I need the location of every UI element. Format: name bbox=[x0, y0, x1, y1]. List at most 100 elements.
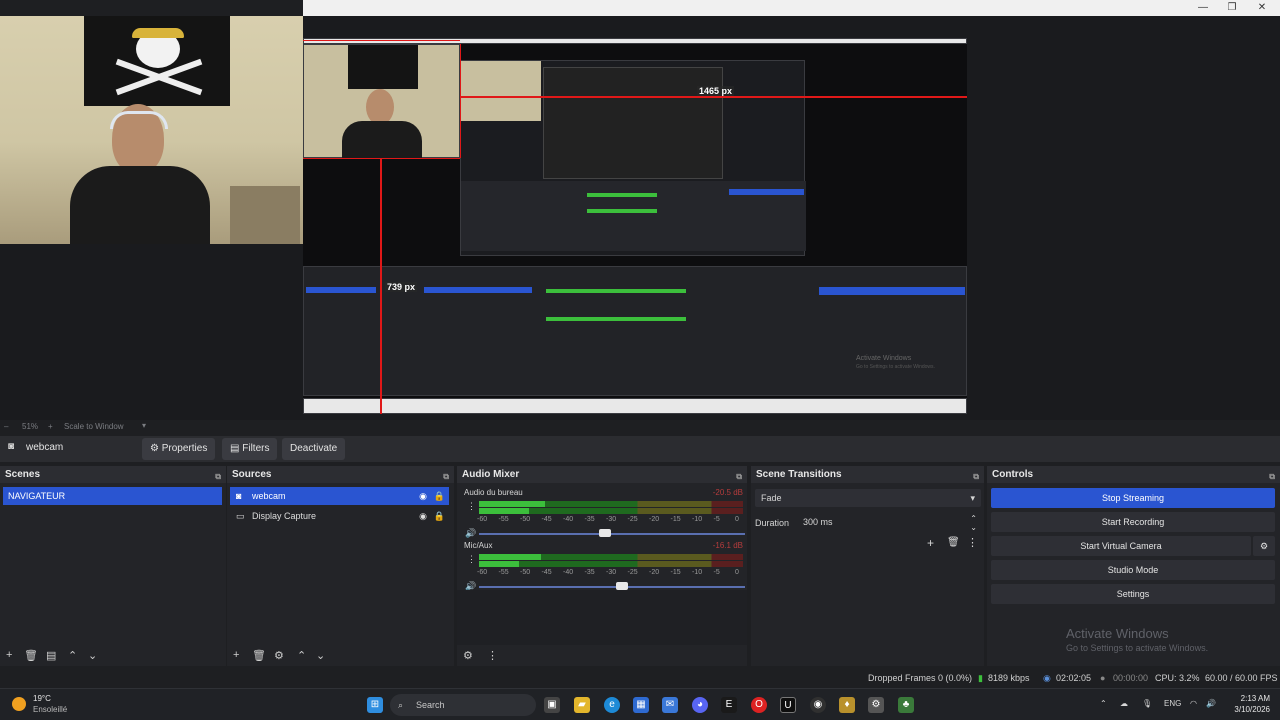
source-item-webcam[interactable]: ◙ webcam ◉ 🔒 bbox=[230, 487, 449, 505]
discord-icon[interactable]: ◕ bbox=[692, 697, 708, 713]
add-icon[interactable]: + bbox=[6, 649, 12, 661]
app-icon[interactable]: ♦ bbox=[839, 697, 855, 713]
clock-time[interactable]: 2:13 AM bbox=[1226, 694, 1270, 703]
start-virtual-camera-button[interactable]: Start Virtual Camera bbox=[991, 536, 1251, 556]
close-icon[interactable]: ✕ bbox=[1247, 0, 1277, 16]
obs-icon[interactable]: ◉ bbox=[810, 697, 826, 713]
zoom-level: 51% bbox=[22, 422, 39, 431]
minimize-icon[interactable]: — bbox=[1188, 0, 1218, 16]
mic-icon[interactable]: 🎙 bbox=[1142, 699, 1152, 708]
transition-select[interactable]: Fade ▾ bbox=[755, 489, 981, 507]
language-indicator[interactable]: ENG bbox=[1164, 699, 1181, 708]
menu-dots-icon[interactable]: ⋮ bbox=[467, 554, 476, 565]
trash-icon[interactable]: 🗑 bbox=[24, 649, 38, 662]
gear-icon[interactable]: ⚙ bbox=[1253, 536, 1275, 556]
network-icon[interactable]: ☁ bbox=[1120, 699, 1128, 708]
visibility-eye-icon[interactable]: ◉ bbox=[419, 507, 427, 525]
menu-dots-icon[interactable]: ⋮ bbox=[967, 536, 978, 549]
up-icon[interactable]: ⌃ bbox=[297, 649, 306, 662]
file-explorer-icon[interactable]: ▰ bbox=[574, 697, 590, 713]
preview-canvas[interactable]: Activate Windows Go to Settings to activ… bbox=[303, 38, 967, 414]
meter-tick-label: -25 bbox=[627, 516, 638, 523]
settings-button[interactable]: Settings bbox=[991, 584, 1275, 604]
meter-tick-label: -20 bbox=[649, 569, 660, 576]
scale-mode-select[interactable]: Scale to Window bbox=[64, 422, 124, 431]
meter-tick-label: -50 bbox=[520, 569, 531, 576]
filter-icon[interactable]: ▤ bbox=[46, 649, 56, 662]
zoom-in-button[interactable]: + bbox=[48, 422, 53, 431]
task-view-icon[interactable]: ▣ bbox=[544, 697, 560, 713]
cpu-usage: CPU: 3.2% bbox=[1155, 673, 1200, 683]
monitor-icon: ▭ bbox=[236, 511, 245, 521]
unreal-icon[interactable]: U bbox=[780, 697, 796, 713]
popout-icon[interactable]: ⧉ bbox=[1269, 468, 1275, 485]
chevron-down-icon[interactable]: ▾ bbox=[142, 421, 146, 430]
channel-db: -16.1 dB bbox=[712, 541, 743, 550]
nested-taskbar bbox=[303, 398, 967, 414]
properties-button[interactable]: ⚙ Properties bbox=[142, 438, 216, 460]
lock-icon[interactable]: 🔒 bbox=[434, 507, 445, 525]
down-icon[interactable]: ⌄ bbox=[88, 649, 97, 662]
opera-icon[interactable]: O bbox=[751, 697, 767, 713]
trash-icon[interactable]: 🗑 bbox=[947, 537, 960, 548]
measure-width-label: 1465 px bbox=[697, 86, 735, 96]
zoom-out-button[interactable]: – bbox=[4, 422, 8, 431]
source-item-display-capture[interactable]: ▭ Display Capture ◉ 🔒 bbox=[230, 507, 449, 525]
weather-temp[interactable]: 19°C bbox=[33, 694, 51, 703]
volume-slider-thumb[interactable] bbox=[616, 582, 628, 590]
speaker-icon[interactable]: 🔊 bbox=[465, 528, 476, 539]
spin-down-icon[interactable]: ⌄ bbox=[970, 519, 977, 537]
menu-dots-icon[interactable]: ⋮ bbox=[487, 649, 498, 662]
down-icon[interactable]: ⌄ bbox=[316, 649, 325, 662]
gear-icon: ⚙ bbox=[150, 443, 162, 454]
outlook-icon[interactable]: ✉ bbox=[662, 697, 678, 713]
bitrate: 8189 kbps bbox=[988, 673, 1030, 683]
volume-slider[interactable] bbox=[479, 533, 745, 535]
taskbar-search[interactable]: ⌕ Search bbox=[390, 694, 536, 716]
filters-button[interactable]: ▤ Filters bbox=[222, 438, 278, 460]
up-icon[interactable]: ⌃ bbox=[68, 649, 77, 662]
windows-start-icon[interactable]: ⊞ bbox=[367, 697, 383, 713]
trash-icon[interactable]: 🗑 bbox=[252, 649, 266, 662]
popout-icon[interactable]: ⧉ bbox=[215, 468, 221, 485]
clock-date[interactable]: 3/10/2026 bbox=[1226, 705, 1270, 714]
deactivate-button[interactable]: Deactivate bbox=[282, 438, 346, 460]
maximize-icon[interactable]: ❐ bbox=[1217, 0, 1247, 16]
meter-tick-label: -30 bbox=[606, 569, 617, 576]
menu-dots-icon[interactable]: ⋮ bbox=[467, 501, 476, 512]
scene-item-navigateur[interactable]: NAVIGATEUR bbox=[3, 487, 222, 505]
volume-slider-thumb[interactable] bbox=[599, 529, 611, 537]
epic-games-icon[interactable]: E bbox=[721, 697, 737, 713]
settings-app-icon[interactable]: ⚙ bbox=[868, 697, 884, 713]
add-icon[interactable]: + bbox=[233, 649, 239, 661]
gear-icon[interactable]: ⚙ bbox=[463, 649, 473, 662]
start-recording-button[interactable]: Start Recording bbox=[991, 512, 1275, 532]
popout-icon[interactable]: ⧉ bbox=[443, 468, 449, 485]
webcam-source-preview[interactable] bbox=[0, 16, 303, 244]
preview-area[interactable]: Activate Windows Go to Settings to activ… bbox=[0, 16, 1280, 420]
selected-source-name: webcam bbox=[26, 442, 64, 453]
lock-icon[interactable]: 🔒 bbox=[434, 487, 445, 505]
popout-icon[interactable]: ⧉ bbox=[736, 468, 742, 485]
add-icon[interactable]: + bbox=[927, 536, 934, 550]
signal-icon: ▮ bbox=[978, 673, 983, 683]
stop-streaming-button[interactable]: Stop Streaming bbox=[991, 488, 1275, 508]
headset-icon bbox=[110, 111, 168, 129]
duration-input[interactable]: 300 ms ⌃ ⌄ bbox=[799, 513, 981, 532]
mixer-channel-mic-aux: Mic/Aux -16.1 dB ⋮ -60 -55 -50 -45 -40 -35 -30… bbox=[457, 539, 747, 591]
meter-tick-label: -25 bbox=[627, 569, 638, 576]
scenes-footer: + 🗑 ▤ ⌃ ⌄ bbox=[0, 646, 226, 666]
popout-icon[interactable]: ⧉ bbox=[973, 468, 979, 485]
store-icon[interactable]: ▦ bbox=[633, 697, 649, 713]
volume-icon[interactable]: 🔊 bbox=[1206, 699, 1216, 708]
weather-desc[interactable]: Ensoleillé bbox=[33, 705, 67, 714]
tray-chevron-icon[interactable]: ⌃ bbox=[1100, 699, 1107, 708]
volume-slider[interactable] bbox=[479, 586, 745, 588]
app-icon[interactable]: ♣ bbox=[898, 697, 914, 713]
meter-tick-label: -45 bbox=[541, 516, 552, 523]
visibility-eye-icon[interactable]: ◉ bbox=[419, 487, 427, 505]
studio-mode-button[interactable]: Studio Mode bbox=[991, 560, 1275, 580]
edge-icon[interactable]: e bbox=[604, 697, 620, 713]
wifi-icon[interactable]: ◠ bbox=[1190, 699, 1197, 708]
gear-icon[interactable]: ⚙ bbox=[274, 649, 284, 662]
